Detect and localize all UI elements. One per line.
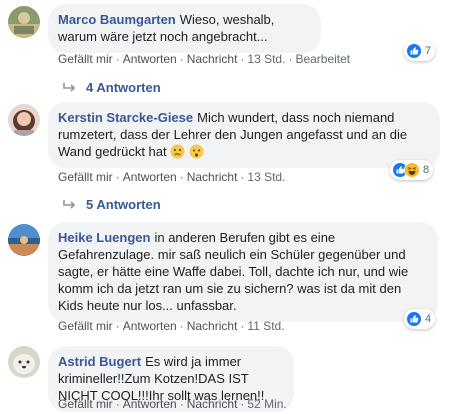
message-link[interactable]: Nachricht — [187, 397, 238, 411]
timestamp[interactable]: 13 Std. — [247, 52, 285, 66]
reaction-summary[interactable]: 7 — [404, 41, 436, 61]
reply-link[interactable]: Antworten — [123, 319, 177, 333]
reply-link[interactable]: Antworten — [123, 397, 177, 411]
like-link[interactable]: Gefällt mir — [58, 319, 113, 333]
edited-label[interactable]: Bearbeitet — [295, 52, 350, 66]
reply-arrow-icon — [63, 199, 76, 209]
reply-link[interactable]: Antworten — [123, 52, 177, 66]
comment-actions: Gefällt mir · Antworten · Nachricht · 13 Std. — [58, 170, 286, 184]
replies-count-label: 4 Antworten — [86, 80, 161, 95]
comment-bubble: Kerstin Starcke-Giese Mich wundert, dass … — [48, 102, 440, 168]
timestamp[interactable]: 52 Min. — [247, 397, 286, 411]
message-link[interactable]: Nachricht — [187, 52, 238, 66]
message-link[interactable]: Nachricht — [187, 319, 238, 333]
comment-bubble: Heike Luengen in anderen Berufen gibt es … — [48, 222, 438, 322]
reply-link[interactable]: Antworten — [123, 170, 177, 184]
like-link[interactable]: Gefällt mir — [58, 397, 113, 411]
comment-bubble: Marco Baumgarten Wieso, weshalb, warum wä… — [48, 4, 321, 53]
reaction-summary[interactable]: 4 — [404, 309, 436, 329]
avatar[interactable] — [8, 104, 40, 136]
haha-icon — [404, 162, 420, 178]
message-link[interactable]: Nachricht — [187, 170, 238, 184]
author-name[interactable]: Heike Luengen — [58, 230, 150, 245]
view-replies-link[interactable]: 4 Antworten — [62, 80, 161, 95]
avatar[interactable] — [8, 6, 40, 38]
replies-count-label: 5 Antworten — [86, 197, 161, 212]
reaction-count: 8 — [423, 164, 430, 176]
like-icon — [406, 311, 422, 327]
like-icon — [406, 43, 422, 59]
view-replies-link[interactable]: 5 Antworten — [62, 197, 161, 212]
comment-actions: Gefällt mir · Antworten · Nachricht · 13 Std. ·… — [58, 52, 351, 66]
reaction-count: 7 — [425, 45, 432, 57]
reaction-count: 4 — [425, 313, 432, 325]
timestamp[interactable]: 11 Std. — [247, 319, 284, 333]
author-name[interactable]: Marco Baumgarten — [58, 12, 176, 27]
avatar[interactable] — [8, 224, 40, 256]
comment-actions: Gefällt mir · Antworten · Nachricht · 11 Std. — [58, 319, 285, 333]
author-name[interactable]: Kerstin Starcke-Giese — [58, 110, 193, 125]
confused-emoji-icon — [170, 144, 185, 159]
author-name[interactable]: Astrid Bugert — [58, 354, 141, 369]
like-link[interactable]: Gefällt mir — [58, 52, 113, 66]
timestamp[interactable]: 13 Std. — [247, 170, 285, 184]
reaction-summary[interactable]: 8 — [390, 160, 434, 180]
reply-arrow-icon — [63, 82, 76, 92]
worried-emoji-icon — [189, 144, 204, 159]
avatar[interactable] — [8, 346, 40, 378]
comment-actions: Gefällt mir · Antworten · Nachricht · 52 Min. — [58, 397, 287, 411]
like-link[interactable]: Gefällt mir — [58, 170, 113, 184]
